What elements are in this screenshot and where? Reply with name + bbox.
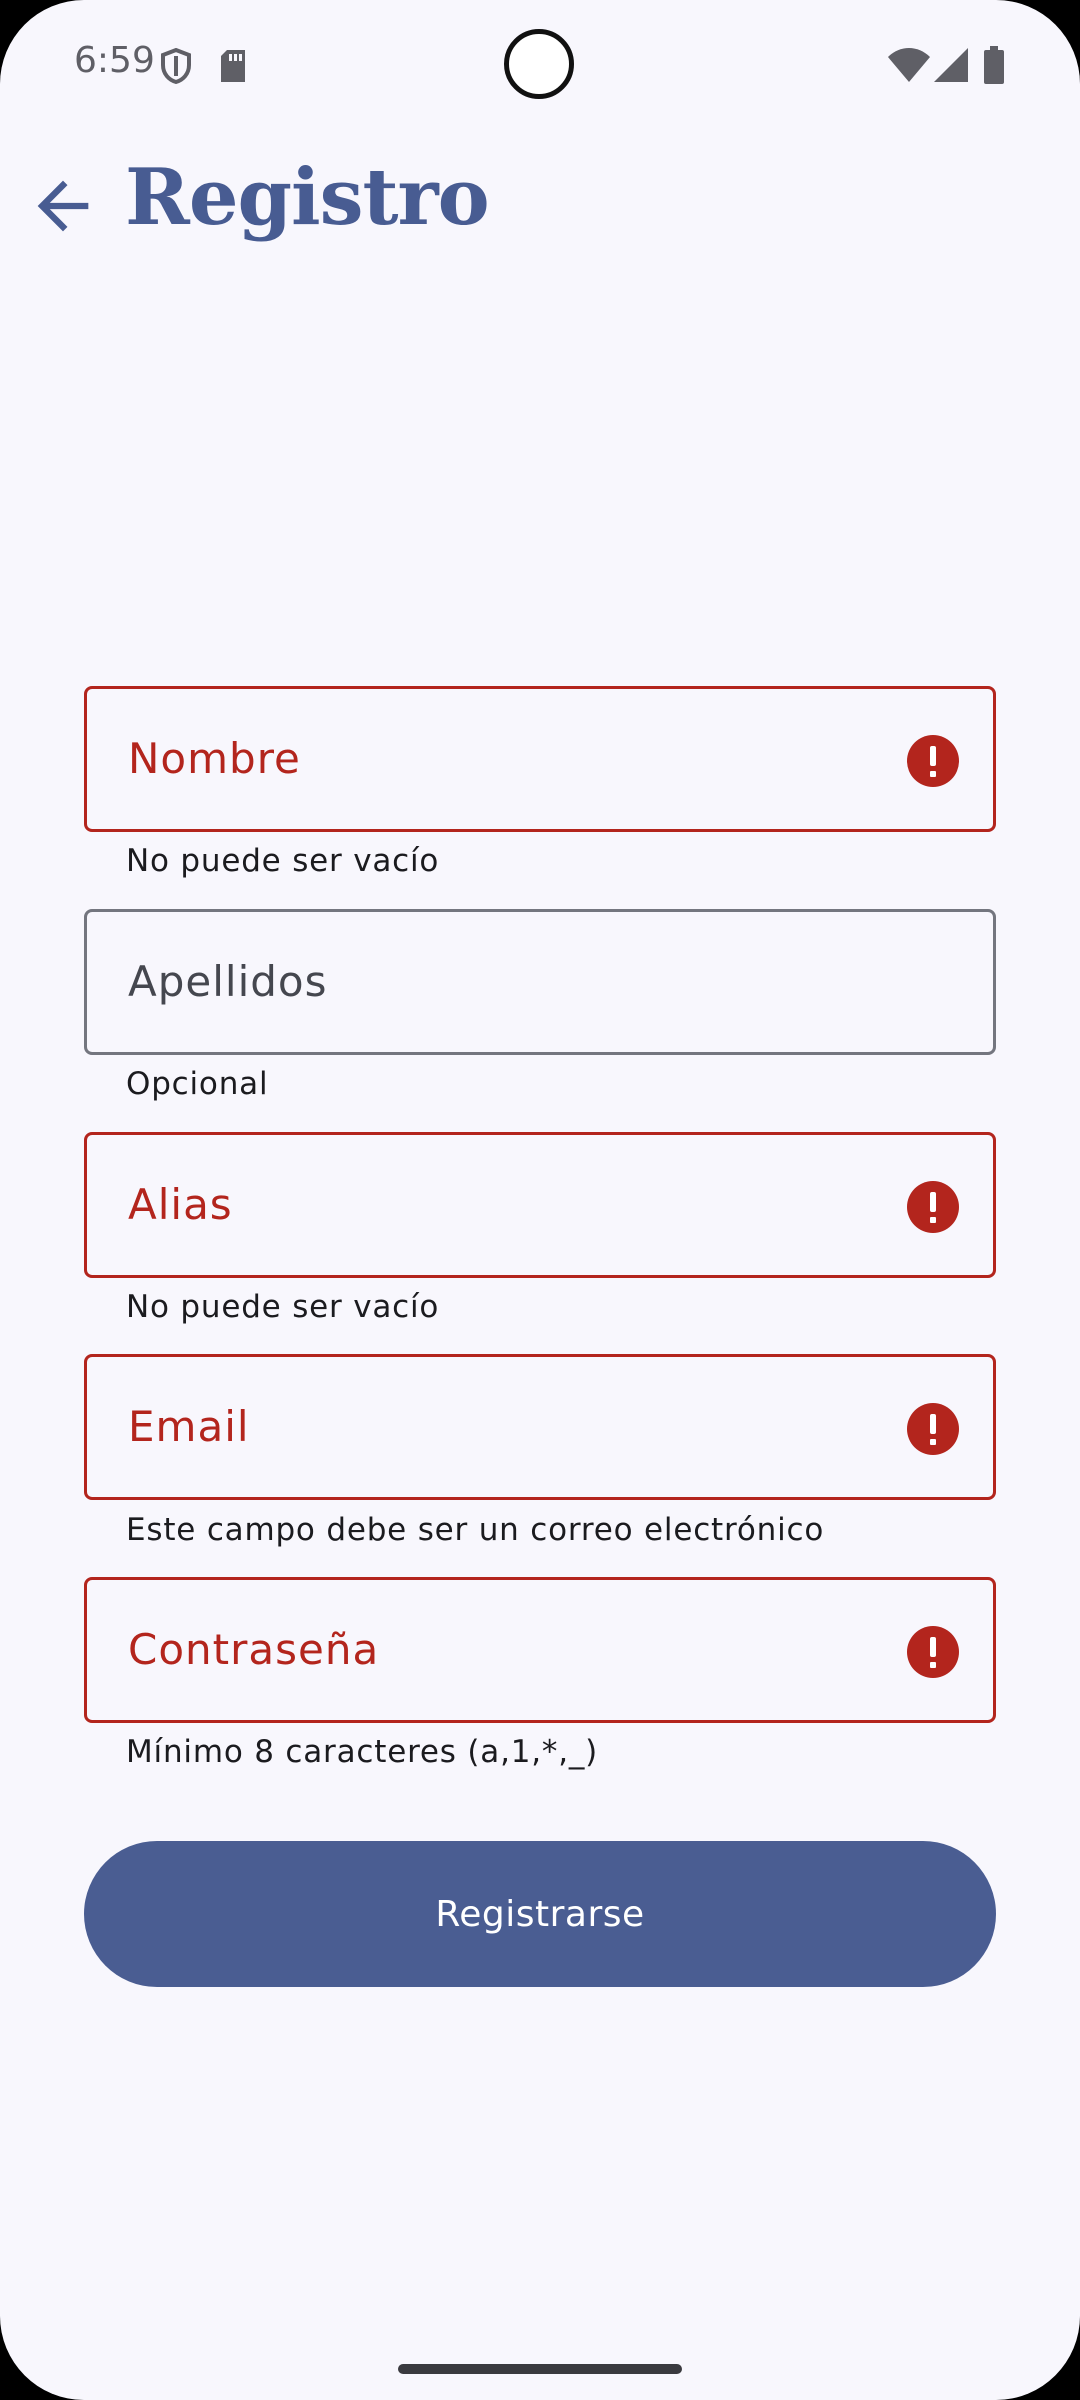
shield-icon — [160, 47, 192, 88]
error-icon — [907, 1626, 959, 1678]
name-field[interactable]: Nombre — [84, 686, 996, 832]
error-icon — [907, 735, 959, 787]
surname-field-supporting-text: Opcional — [126, 1066, 269, 1102]
password-field-supporting-text: Mínimo 8 caracteres (a,1,*,_) — [126, 1734, 599, 1770]
alias-field[interactable]: Alias — [84, 1132, 996, 1278]
page-title: Registro — [125, 152, 490, 243]
name-field-supporting-text: No puede ser vacío — [126, 843, 440, 879]
password-field-label: Contraseña — [128, 1625, 380, 1674]
wifi-icon — [888, 48, 930, 86]
password-field[interactable]: Contraseña — [84, 1577, 996, 1723]
register-button[interactable]: Registrarse — [84, 1841, 996, 1987]
name-field-label: Nombre — [128, 734, 301, 783]
alias-field-label: Alias — [128, 1180, 233, 1229]
surname-field[interactable]: Apellidos — [84, 909, 996, 1055]
battery-icon — [984, 46, 1004, 88]
cell-signal-icon — [934, 48, 968, 86]
error-icon — [907, 1403, 959, 1455]
email-field[interactable]: Email — [84, 1354, 996, 1500]
arrow-left-icon — [37, 180, 89, 232]
back-button[interactable] — [22, 165, 104, 247]
email-field-supporting-text: Este campo debe ser un correo electrónic… — [126, 1512, 825, 1548]
screen: 6:59 Registro Nombre No puede ser vacío … — [0, 0, 1080, 2400]
surname-field-label: Apellidos — [128, 957, 328, 1006]
front-camera — [504, 29, 574, 99]
home-indicator[interactable] — [398, 2364, 682, 2374]
status-bar: 6:59 — [0, 0, 1080, 135]
status-time: 6:59 — [74, 40, 155, 81]
sd-card-icon — [219, 50, 247, 86]
alias-field-supporting-text: No puede ser vacío — [126, 1289, 440, 1325]
error-icon — [907, 1181, 959, 1233]
email-field-label: Email — [128, 1402, 250, 1451]
